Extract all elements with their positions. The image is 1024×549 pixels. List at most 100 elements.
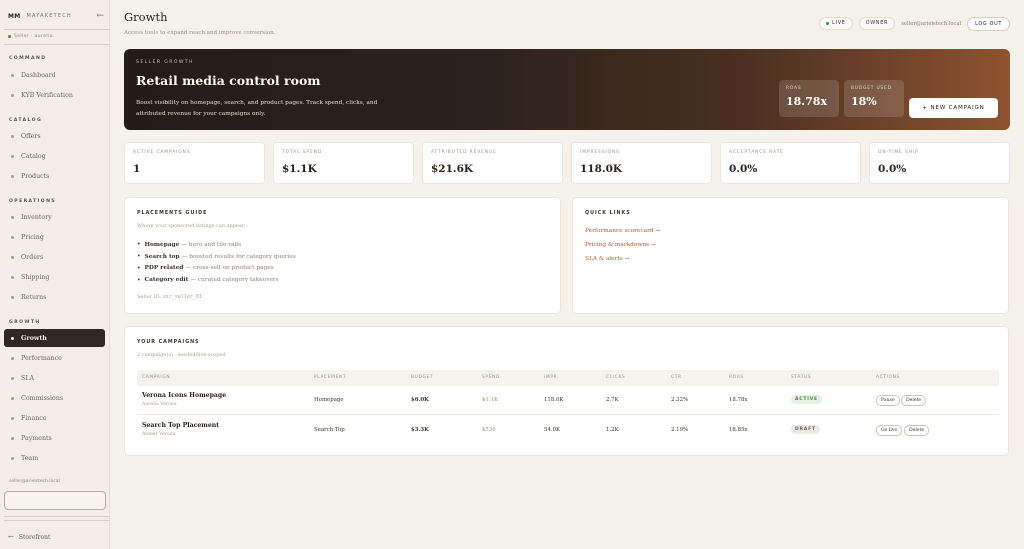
delete-button[interactable]: Delete bbox=[904, 425, 930, 436]
column-ctr: CTR bbox=[671, 375, 682, 380]
table-header: CAMPAIGN PLACEMENT BUDGET SPEND IMPR. CL… bbox=[137, 370, 999, 386]
campaign-clicks: 1.2K bbox=[606, 427, 619, 433]
campaign-spend: $1.1K bbox=[482, 397, 499, 403]
delete-button[interactable]: Delete bbox=[901, 395, 927, 406]
sidebar-item-performance[interactable]: Performance bbox=[4, 349, 105, 367]
kpi-total-spend: TOTAL SPEND $1.1K bbox=[273, 142, 414, 184]
kpi-label: ON-TIME SHIP bbox=[878, 150, 919, 155]
live-dot-icon bbox=[826, 22, 830, 25]
list-item: • Homepage — hero and tile rails bbox=[137, 241, 242, 249]
sidebar-item-catalog[interactable]: Catalog bbox=[4, 147, 105, 165]
new-campaign-button[interactable]: + NEW CAMPAIGN bbox=[909, 98, 998, 118]
go-live-button[interactable]: Go live bbox=[876, 425, 903, 436]
hero-description: Boost visibility on homepage, search, an… bbox=[136, 100, 378, 117]
nav-dot-icon bbox=[11, 436, 14, 440]
kpi-acceptance-rate: ACCEPTANCE RATE 0.0% bbox=[720, 142, 861, 184]
brand-logo: MM bbox=[8, 12, 21, 20]
section-growth: GROWTH bbox=[9, 320, 41, 325]
seller-scope: Seller ID: usr_seller_01 bbox=[137, 294, 202, 300]
link-pricing-markdowns[interactable]: Pricing & markdowns → bbox=[585, 242, 656, 248]
header-email: seller@arielstech.local bbox=[901, 20, 962, 27]
panel-title: QUICK LINKS bbox=[585, 211, 631, 216]
nav-dot-icon bbox=[11, 356, 14, 360]
divider bbox=[4, 29, 110, 30]
column-clicks: CLICKS bbox=[606, 375, 626, 380]
sidebar-input[interactable] bbox=[4, 491, 106, 510]
sidebar-item-inventory[interactable]: Inventory bbox=[4, 208, 105, 226]
sidebar-item-dashboard[interactable]: Dashboard bbox=[4, 66, 105, 84]
hero-banner: SELLER GROWTH Retail media control room … bbox=[124, 49, 1010, 130]
sidebar-item-shipping[interactable]: Shipping bbox=[4, 268, 105, 286]
divider bbox=[4, 516, 110, 517]
hero-eyebrow: SELLER GROWTH bbox=[136, 60, 194, 65]
budget-used-stat: BUDGET USED 18% bbox=[844, 80, 904, 117]
kpi-value: 118.0K bbox=[580, 163, 623, 175]
list-item: • Search top — boosted results for categor… bbox=[137, 253, 296, 261]
stat-label: BUDGET USED bbox=[851, 86, 892, 91]
sidebar-item-products[interactable]: Products bbox=[4, 167, 105, 185]
column-impressions: IMPR. bbox=[544, 375, 560, 380]
kpi-attributed-revenue: ATTRIBUTED REVENUE $21.6K bbox=[422, 142, 563, 184]
pause-button[interactable]: Pause bbox=[876, 395, 900, 406]
sidebar-item-finance[interactable]: Finance bbox=[4, 409, 105, 427]
sidebar-item-pricing[interactable]: Pricing bbox=[4, 228, 105, 246]
role-label: Seller · aurelia bbox=[14, 34, 53, 39]
sidebar-item-offers[interactable]: Offers bbox=[4, 127, 105, 145]
storefront-link[interactable]: ← Storefront bbox=[8, 533, 50, 541]
kpi-value: $21.6K bbox=[431, 163, 474, 175]
status-badge: ACTIVE bbox=[791, 395, 822, 404]
column-roas: ROAS bbox=[729, 375, 744, 380]
nav-dot-icon bbox=[11, 215, 14, 219]
kpi-value: $1.1K bbox=[282, 163, 317, 175]
kpi-value: 0.0% bbox=[878, 163, 907, 175]
sidebar-item-payments[interactable]: Payments bbox=[4, 429, 105, 447]
column-campaign: CAMPAIGN bbox=[142, 375, 171, 380]
kpi-label: ATTRIBUTED REVENUE bbox=[431, 150, 497, 155]
campaign-seller: Aurelia Verona bbox=[142, 402, 177, 407]
nav-dot-icon bbox=[11, 134, 14, 138]
campaign-name: Verona Icons Homepage bbox=[142, 392, 227, 399]
section-command: COMMAND bbox=[9, 56, 47, 61]
sidebar-item-returns[interactable]: Returns bbox=[4, 288, 105, 306]
quick-links-panel: QUICK LINKS Performance scorecard → Pric… bbox=[572, 197, 1009, 314]
panel-subtitle: Where your sponsored listings can appear… bbox=[137, 223, 246, 229]
kpi-value: 0.0% bbox=[729, 163, 758, 175]
list-item: • Category edit — curated category takeove… bbox=[137, 276, 279, 284]
sidebar-item-growth[interactable]: Growth bbox=[4, 329, 105, 347]
column-actions: ACTIONS bbox=[876, 375, 900, 380]
campaign-placement: Search Top bbox=[314, 427, 345, 433]
kpi-label: TOTAL SPEND bbox=[282, 150, 323, 155]
campaign-ctr: 2.32% bbox=[671, 397, 689, 403]
section-operations: OPERATIONS bbox=[9, 199, 57, 204]
campaign-ctr: 2.19% bbox=[671, 427, 689, 433]
sidebar-item-commissions[interactable]: Commissions bbox=[4, 389, 105, 407]
campaign-spend: $530 bbox=[482, 427, 496, 433]
nav-dot-icon bbox=[11, 295, 14, 299]
divider bbox=[4, 44, 110, 45]
nav-dot-icon bbox=[11, 396, 14, 400]
sidebar-item-kyb-verification[interactable]: KYB Verification bbox=[4, 86, 105, 104]
column-budget: BUDGET bbox=[411, 375, 434, 380]
campaign-budget: $3.3K bbox=[411, 427, 429, 433]
list-item: • PDP related — cross-sell on product page… bbox=[137, 264, 274, 272]
stat-value: 18.78x bbox=[786, 95, 828, 108]
link-performance-scorecard[interactable]: Performance scorecard → bbox=[585, 228, 660, 234]
roas-stat: ROAS 18.78x bbox=[779, 80, 839, 117]
nav-dot-icon bbox=[11, 275, 14, 279]
link-sla-alerts[interactable]: SLA & alerts → bbox=[585, 256, 629, 262]
nav-dot-icon bbox=[11, 336, 14, 340]
nav-dot-icon bbox=[11, 416, 14, 420]
kpi-label: ACCEPTANCE RATE bbox=[729, 150, 784, 155]
sidebar-item-team[interactable]: Team bbox=[4, 449, 105, 467]
status-badge: DRAFT bbox=[791, 425, 820, 434]
logout-button[interactable]: LOG OUT bbox=[967, 16, 1010, 31]
page-subtitle: Access tools to expand reach and improve… bbox=[124, 30, 276, 36]
sidebar-item-orders[interactable]: Orders bbox=[4, 248, 105, 266]
table-row: Verona Icons Homepage Aurelia Verona Hom… bbox=[137, 386, 999, 415]
collapse-sidebar-icon[interactable]: ← bbox=[96, 11, 104, 21]
sidebar-item-sla[interactable]: SLA bbox=[4, 369, 105, 387]
campaign-seller: Atelier Verona bbox=[142, 432, 176, 437]
placements-guide-panel: PLACEMENTS GUIDE Where your sponsored li… bbox=[124, 197, 561, 314]
placement-list: • Homepage — hero and tile rails • Search t… bbox=[137, 239, 296, 286]
table-row: Search Top Placement Atelier Verona Sear… bbox=[137, 416, 999, 445]
